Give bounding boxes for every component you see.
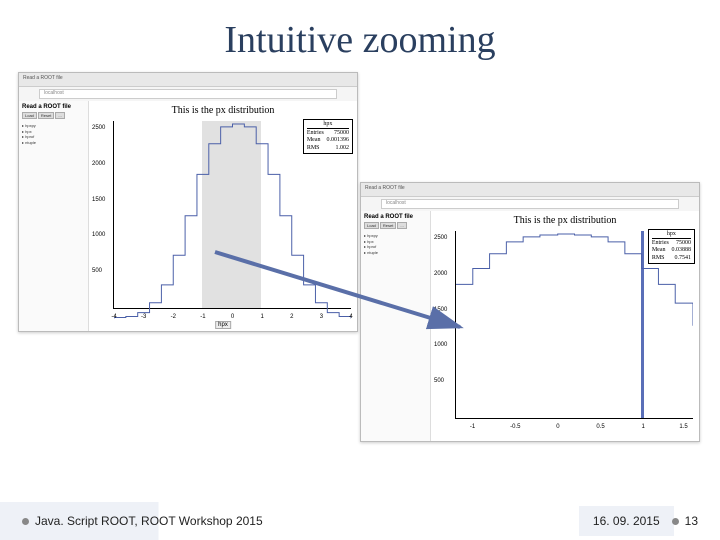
footer-text: Java. Script ROOT, ROOT Workshop 2015 — [35, 514, 263, 528]
x-tick: 3 — [320, 314, 323, 320]
browser-window-left: Read a ROOT file localhost Read a ROOT f… — [18, 72, 358, 332]
histogram-plot-full[interactable]: This is the px distribution hpx Entries7… — [89, 101, 357, 331]
sidebar-title: Read a ROOT file — [364, 214, 427, 220]
more-button[interactable]: ... — [397, 222, 406, 229]
plot-title: This is the px distribution — [431, 211, 699, 230]
x-tick: 0 — [556, 424, 559, 430]
browser-tabbar[interactable]: Read a ROOT file — [361, 183, 699, 197]
y-tick: 500 — [92, 268, 102, 274]
bullet-icon — [22, 518, 29, 525]
x-tick: 2 — [290, 314, 293, 320]
chart-area[interactable]: 2500 2000 1500 1000 500 -1 -0.5 0 0.5 1 … — [455, 231, 693, 419]
x-tick: 4 — [349, 314, 352, 320]
y-tick: 1500 — [434, 307, 447, 313]
url-bar[interactable]: localhost — [39, 89, 337, 99]
browser-window-right: Read a ROOT file localhost Read a ROOT f… — [360, 182, 700, 442]
histogram-bars — [456, 231, 693, 429]
slide-title: Intuitive zooming — [0, 0, 720, 72]
plot-title: This is the px distribution — [89, 101, 357, 120]
sidebar-title: Read a ROOT file — [22, 104, 85, 110]
x-tick: -3 — [141, 314, 146, 320]
page-number: 13 — [685, 514, 698, 528]
slide-footer: Java. Script ROOT, ROOT Workshop 2015 16… — [0, 502, 720, 540]
x-tick: -4 — [111, 314, 116, 320]
more-button[interactable]: ... — [55, 112, 64, 119]
x-axis-label: hpx — [215, 321, 231, 329]
file-tree[interactable]: ▸ hpxpy ▸ hpx ▸ hprof ▸ ntuple — [22, 123, 85, 145]
reset-button[interactable]: Reset — [380, 222, 396, 229]
x-tick: 0 — [231, 314, 234, 320]
y-tick: 500 — [434, 378, 444, 384]
browser-tabbar[interactable]: Read a ROOT file — [19, 73, 357, 87]
y-tick: 1000 — [434, 342, 447, 348]
x-tick: 1.5 — [679, 424, 687, 430]
slide-body: Read a ROOT file localhost Read a ROOT f… — [0, 72, 720, 512]
tree-item[interactable]: ▸ ntuple — [364, 250, 427, 256]
reset-button[interactable]: Reset — [38, 112, 54, 119]
tree-item[interactable]: ▸ ntuple — [22, 140, 85, 146]
sidebar: Read a ROOT file Load Reset ... ▸ hpxpy … — [19, 101, 89, 331]
x-tick: 1 — [260, 314, 263, 320]
y-tick: 2500 — [434, 235, 447, 241]
x-tick: 1 — [642, 424, 645, 430]
load-button[interactable]: Load — [364, 222, 379, 229]
y-tick: 1500 — [92, 197, 105, 203]
file-tree[interactable]: ▸ hpxpy ▸ hpx ▸ hprof ▸ ntuple — [364, 233, 427, 255]
histogram-bars — [114, 121, 351, 319]
x-tick: 0.5 — [596, 424, 604, 430]
load-button[interactable]: Load — [22, 112, 37, 119]
histogram-plot-zoomed[interactable]: This is the px distribution hpx Entries7… — [431, 211, 699, 441]
x-tick: -1 — [470, 424, 475, 430]
y-tick: 2500 — [92, 125, 105, 131]
y-tick: 2000 — [92, 161, 105, 167]
y-tick: 2000 — [434, 271, 447, 277]
url-bar[interactable]: localhost — [381, 199, 679, 209]
footer-date: 16. 09. 2015 — [579, 506, 674, 536]
y-tick: 1000 — [92, 232, 105, 238]
x-tick: -2 — [171, 314, 176, 320]
sidebar: Read a ROOT file Load Reset ... ▸ hpxpy … — [361, 211, 431, 441]
chart-area[interactable]: 2500 2000 1500 1000 500 -4 -3 -2 -1 0 1 … — [113, 121, 351, 309]
x-tick: -0.5 — [510, 424, 520, 430]
bullet-icon — [672, 518, 679, 525]
x-tick: -1 — [200, 314, 205, 320]
